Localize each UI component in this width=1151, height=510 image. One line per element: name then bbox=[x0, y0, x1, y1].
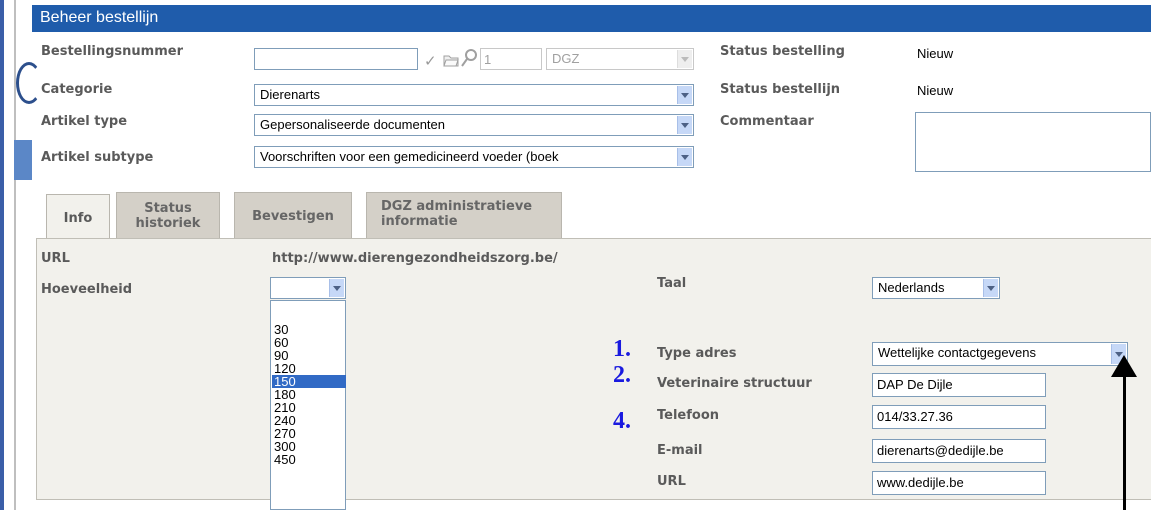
email-label: E-mail bbox=[657, 443, 703, 458]
comment-label: Commentaar bbox=[720, 114, 814, 129]
title-bar: Beheer bestellijn bbox=[32, 5, 1151, 32]
status-order-label: Status bestelling bbox=[720, 44, 845, 59]
vet-structure-label: Veterinaire structuur bbox=[657, 376, 812, 391]
order-number-label: Bestellingsnummer bbox=[41, 44, 183, 59]
address-type-select[interactable]: Wettelijke contactgegevens bbox=[872, 342, 1128, 366]
order-number-input[interactable] bbox=[254, 48, 418, 70]
dropdown-arrow-icon[interactable] bbox=[677, 86, 692, 104]
article-type-select[interactable]: Gepersonaliseerde documenten bbox=[254, 114, 694, 136]
phone-input[interactable]: 014/33.27.36 bbox=[872, 405, 1046, 429]
dropdown-arrow-icon[interactable] bbox=[677, 116, 692, 134]
article-type-label: Artikel type bbox=[41, 114, 128, 129]
quantity-options-list[interactable]: 30 60 90 120 150 180 210 240 270 300 450 bbox=[270, 300, 346, 510]
org-select[interactable]: DGZ bbox=[546, 48, 694, 70]
article-subtype-label: Artikel subtype bbox=[41, 150, 154, 165]
left-window-edge bbox=[0, 0, 42, 510]
site-input[interactable]: www.dedijle.be bbox=[872, 471, 1046, 495]
folder-icon[interactable] bbox=[443, 52, 459, 71]
status-order-value: Nieuw bbox=[917, 46, 954, 61]
tab-bevestigen[interactable]: Bevestigen bbox=[234, 192, 352, 238]
quantity-label: Hoeveelheid bbox=[41, 282, 133, 297]
article-subtype-select[interactable]: Voorschriften voor een gemedicineerd voe… bbox=[254, 146, 694, 168]
list-item[interactable]: 450 bbox=[272, 453, 346, 466]
tab-info[interactable]: Info bbox=[46, 194, 110, 242]
panel-border bbox=[36, 499, 1151, 500]
tab-dgz-administratieve-informatie[interactable]: DGZ administratieve informatie bbox=[366, 192, 562, 238]
category-label: Categorie bbox=[41, 82, 113, 97]
status-line-label: Status bestellijn bbox=[720, 82, 841, 97]
url-value: http://www.dierengezondheidszorg.be/ bbox=[272, 251, 558, 266]
url-label: URL bbox=[41, 251, 70, 266]
dropdown-arrow-icon[interactable] bbox=[677, 148, 692, 166]
site-label: URL bbox=[657, 474, 686, 489]
phone-label: Telefoon bbox=[657, 408, 720, 423]
check-icon[interactable]: ✓ bbox=[424, 52, 437, 70]
language-label: Taal bbox=[657, 276, 687, 291]
comment-textarea[interactable] bbox=[915, 112, 1151, 172]
dropdown-arrow-icon[interactable] bbox=[983, 279, 998, 297]
vet-structure-input[interactable]: DAP De Dijle bbox=[872, 373, 1046, 397]
status-line-value: Nieuw bbox=[917, 83, 954, 98]
dropdown-arrow-icon[interactable] bbox=[329, 279, 344, 297]
email-input[interactable]: dierenarts@dedijle.be bbox=[872, 439, 1046, 463]
dropdown-arrow-icon[interactable] bbox=[677, 50, 692, 68]
annotation-arrow-shaft bbox=[1123, 370, 1126, 510]
magnifier-icon[interactable] bbox=[460, 48, 478, 72]
count-input[interactable]: 1 bbox=[480, 48, 542, 70]
address-type-label: Type adres bbox=[657, 346, 737, 361]
annotation-number: 2. bbox=[613, 362, 631, 388]
tab-status-historiek[interactable]: Status historiek bbox=[116, 192, 220, 238]
language-select[interactable]: Nederlands bbox=[872, 277, 1000, 299]
annotation-number: 1. bbox=[613, 336, 631, 362]
page-title: Beheer bestellijn bbox=[40, 9, 159, 26]
quantity-select[interactable] bbox=[270, 277, 346, 299]
category-select[interactable]: Dierenarts bbox=[254, 84, 694, 106]
annotation-number: 4. bbox=[613, 408, 631, 434]
